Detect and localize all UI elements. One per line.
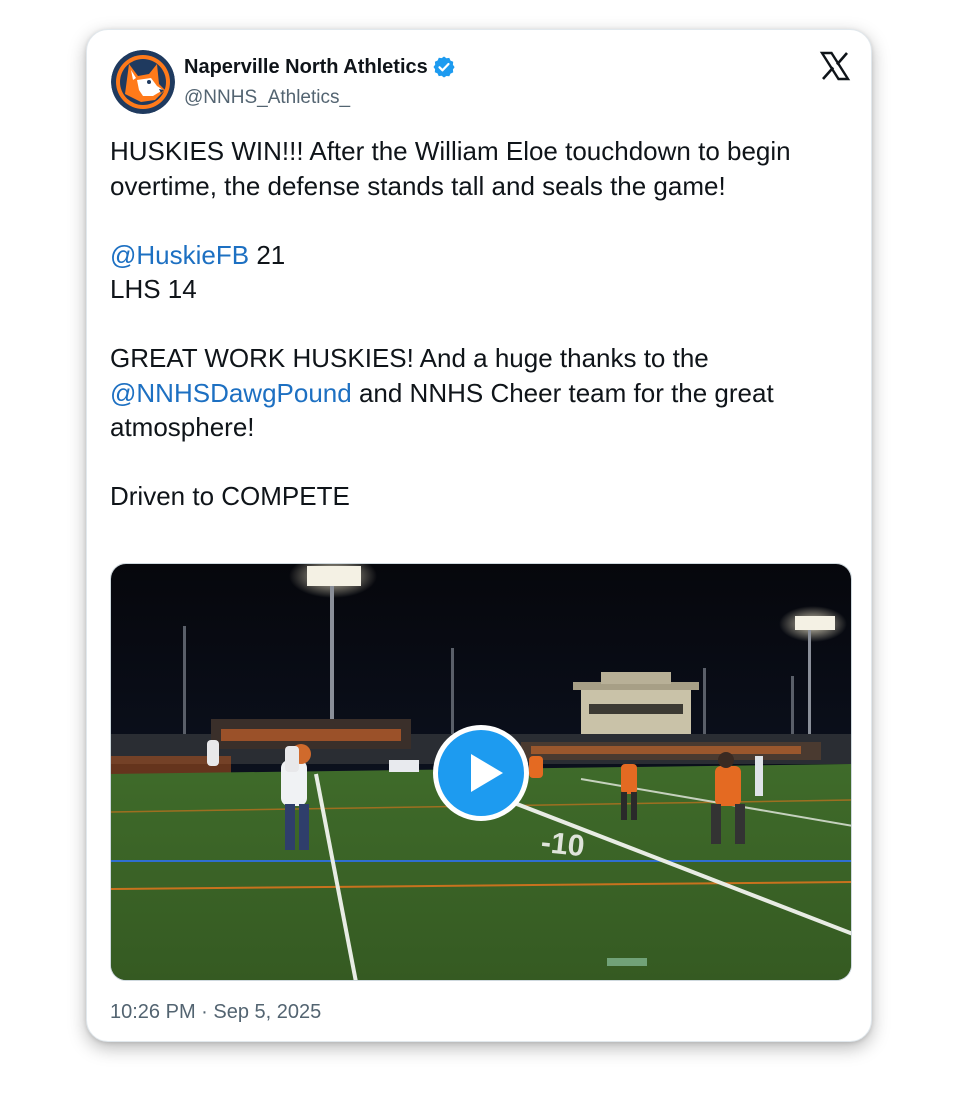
author-display-name[interactable]: Naperville North Athletics	[184, 55, 456, 79]
tweet-line-headline: HUSKIES WIN!!! After the William Eloe to…	[110, 136, 791, 201]
tweet-line-score-home: @HuskieFB 21	[110, 238, 850, 273]
tweet-text: HUSKIES WIN!!! After the William Eloe to…	[110, 134, 850, 514]
tweet-timestamp[interactable]: 10:26 PM · Sep 5, 2025	[110, 1001, 321, 1024]
mention-huskiefb[interactable]: @HuskieFB	[110, 240, 249, 270]
mention-nnhsdawgpound[interactable]: @NNHSDawgPound	[110, 378, 352, 408]
score-home-value: 21	[249, 239, 286, 270]
tweet-line-thanks: GREAT WORK HUSKIES! And a huge thanks to…	[110, 341, 850, 445]
play-button[interactable]	[433, 725, 529, 821]
verified-badge-icon	[433, 56, 455, 78]
tweet-line-closing: Driven to COMPETE	[110, 481, 350, 511]
svg-text:-10: -10	[539, 826, 586, 863]
tweet-line-score-away: LHS 14	[110, 274, 197, 304]
tweet-card[interactable]: Naperville North Athletics @NNHS_Athleti…	[86, 29, 872, 1042]
husky-logo-icon	[111, 50, 175, 114]
video-player[interactable]: -10	[110, 563, 852, 981]
author-handle[interactable]: @NNHS_Athletics_	[184, 87, 350, 109]
x-logo-icon[interactable]	[819, 50, 851, 82]
author-avatar[interactable]	[111, 50, 175, 114]
thanks-text: GREAT WORK HUSKIES! And a huge thanks to…	[110, 343, 709, 373]
author-name-text: Naperville North Athletics	[184, 55, 428, 78]
